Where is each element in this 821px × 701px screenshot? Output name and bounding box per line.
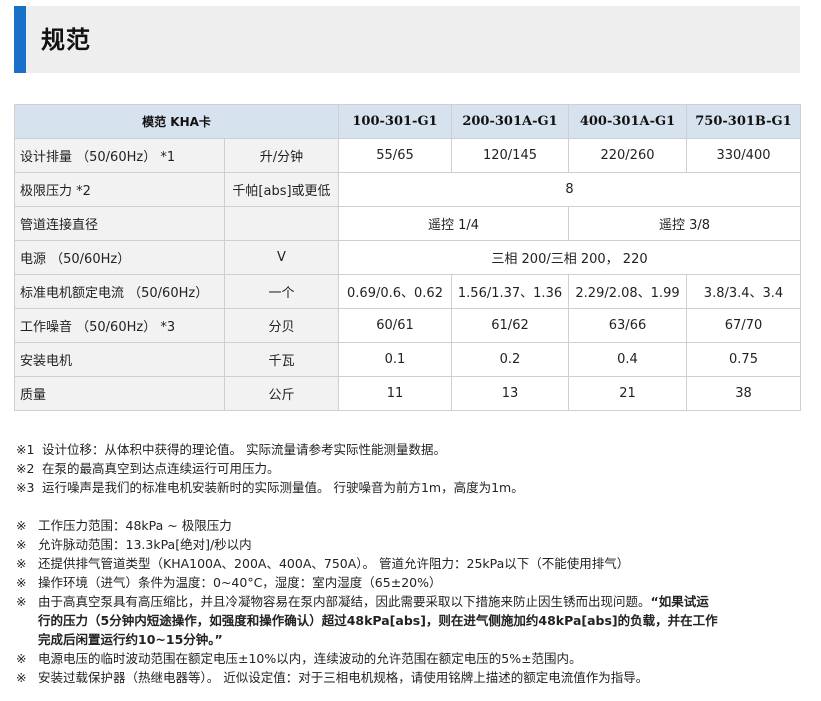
footnotes: ※1 设计位移：从体积中获得的理论值。 实际流量请参考实际性能测量数据。 ※2 … [16, 440, 524, 497]
footnote-mark: ※3 [16, 480, 35, 495]
cell-value: 三相 200/三相 200， 220 [338, 240, 801, 275]
cell-value: 55/65 [338, 138, 452, 173]
footnote-text: 在泵的最高真空到达点连续运行可用压力。 [41, 461, 280, 476]
cell-value: 2.29/2.08、1.99 [568, 274, 687, 309]
heading-accent-bar [14, 6, 26, 73]
cell-value: 遥控 3/8 [568, 206, 801, 241]
note-emphasis: 完成后闲置运行约10~15分钟。” [38, 632, 223, 647]
cell-value: 63/66 [568, 308, 687, 343]
table-row: 管道连接直径 遥控 1/4 遥控 3/8 [14, 206, 801, 241]
cell-value: 330/400 [686, 138, 801, 173]
row-unit: 升/分钟 [224, 138, 339, 173]
footnote-text: 运行噪声是我们的标准电机安装新时的实际测量值。 行驶噪音为前方1m，高度为1m。 [41, 480, 524, 495]
cell-value: 0.75 [686, 342, 801, 377]
note-emphasis: “如果试运 [650, 594, 709, 609]
cell-value: 67/70 [686, 308, 801, 343]
cell-value: 8 [338, 172, 801, 207]
note-mark: ※ [16, 556, 27, 571]
section-heading: 规范 [14, 6, 800, 73]
row-label: 标准电机额定电流 （50/60Hz） [14, 274, 225, 309]
header-model: 200-301A-G1 [451, 104, 569, 139]
note-mark: ※ [16, 670, 27, 685]
row-unit: 分贝 [224, 308, 339, 343]
cell-value: 遥控 1/4 [338, 206, 569, 241]
row-label: 电源 （50/60Hz） [14, 240, 225, 275]
row-label: 安装电机 [14, 342, 225, 377]
cell-value: 21 [568, 376, 687, 411]
cell-value: 120/145 [451, 138, 569, 173]
header-model-label: 模范 KHA卡 [14, 104, 339, 139]
note-item: ※ 安装过载保护器（热继电器等）。 近似设定值：对于三相电机规格，请使用铭牌上描述… [16, 668, 800, 687]
section-title: 规范 [41, 26, 91, 54]
row-unit: 千瓦 [224, 342, 339, 377]
notes-list: ※ 工作压力范围：48kPa ~ 极限压力 ※ 允许脉动范围：13.3kPa[绝对]… [16, 516, 800, 687]
cell-value: 0.69/0.6、0.62 [338, 274, 452, 309]
cell-value: 0.2 [451, 342, 569, 377]
header-model: 400-301A-G1 [568, 104, 687, 139]
cell-value: 11 [338, 376, 452, 411]
note-text: 电源电压的临时波动范围在额定电压±10%以内，连续波动的允许范围在额定电压的5%… [38, 651, 582, 666]
spec-table: 模范 KHA卡 100-301-G1 200-301A-G1 400-301A-… [14, 104, 801, 411]
table-row: 工作噪音 （50/60Hz） *3 分贝 60/61 61/62 63/66 6… [14, 308, 801, 343]
note-text: 由于高真空泵具有高压缩比，并且冷凝物容易在泵内部凝结，因此需要采取以下措施来防止… [38, 594, 651, 609]
cell-value: 0.4 [568, 342, 687, 377]
note-mark: ※ [16, 518, 27, 533]
row-unit [224, 206, 339, 241]
note-item: ※ 操作环境（进气）条件为温度：0~40°C，湿度：室内湿度（65±20%） [16, 573, 800, 592]
footnote-text: 设计位移：从体积中获得的理论值。 实际流量请参考实际性能测量数据。 [41, 442, 446, 457]
table-row: 极限压力 *2 千帕[abs]或更低 8 [14, 172, 801, 207]
row-unit: 一个 [224, 274, 339, 309]
note-continuation: 行的压力（5分钟内短途操作，如强度和操作确认）超过48kPa[abs]，则在进气… [16, 611, 800, 630]
cell-value: 61/62 [451, 308, 569, 343]
cell-value: 13 [451, 376, 569, 411]
note-text: 安装过载保护器（热继电器等）。 近似设定值：对于三相电机规格，请使用铭牌上描述的… [38, 670, 649, 685]
note-text: 操作环境（进气）条件为温度：0~40°C，湿度：室内湿度（65±20%） [38, 575, 442, 590]
note-item: ※ 工作压力范围：48kPa ~ 极限压力 [16, 516, 800, 535]
table-row: 质量 公斤 11 13 21 38 [14, 376, 801, 411]
note-item: ※ 由于高真空泵具有高压缩比，并且冷凝物容易在泵内部凝结，因此需要采取以下措施来防… [16, 592, 800, 611]
footnote-mark: ※2 [16, 461, 35, 476]
note-item: ※ 允许脉动范围：13.3kPa[绝对]/秒以内 [16, 535, 800, 554]
row-label: 质量 [14, 376, 225, 411]
note-item: ※ 电源电压的临时波动范围在额定电压±10%以内，连续波动的允许范围在额定电压的5… [16, 649, 800, 668]
footnote-item: ※2 在泵的最高真空到达点连续运行可用压力。 [16, 459, 524, 478]
cell-value: 3.8/3.4、3.4 [686, 274, 801, 309]
header-model: 100-301-G1 [338, 104, 452, 139]
row-label: 管道连接直径 [14, 206, 225, 241]
note-mark: ※ [16, 537, 27, 552]
footnote-item: ※3 运行噪声是我们的标准电机安装新时的实际测量值。 行驶噪音为前方1m，高度为… [16, 478, 524, 497]
spec-page: 规范 模范 KHA卡 100-301-G1 200-301A-G1 400-30… [0, 0, 821, 701]
note-text: 还提供排气管道类型（KHA100A、200A、400A、750A）。 管道允许阻… [38, 556, 630, 571]
note-continuation: 完成后闲置运行约10~15分钟。” [16, 630, 800, 649]
row-label: 设计排量 （50/60Hz） *1 [14, 138, 225, 173]
note-text: 工作压力范围：48kPa ~ 极限压力 [38, 518, 232, 533]
note-mark: ※ [16, 594, 27, 609]
cell-value: 220/260 [568, 138, 687, 173]
row-unit: V [224, 240, 339, 275]
table-row: 安装电机 千瓦 0.1 0.2 0.4 0.75 [14, 342, 801, 377]
note-item: ※ 还提供排气管道类型（KHA100A、200A、400A、750A）。 管道允许… [16, 554, 800, 573]
cell-value: 0.1 [338, 342, 452, 377]
note-emphasis: 行的压力（5分钟内短途操作，如强度和操作确认）超过48kPa[abs]，则在进气… [38, 613, 718, 628]
cell-value: 1.56/1.37、1.36 [451, 274, 569, 309]
cell-value: 60/61 [338, 308, 452, 343]
table-row: 电源 （50/60Hz） V 三相 200/三相 200， 220 [14, 240, 801, 275]
row-unit: 公斤 [224, 376, 339, 411]
table-row: 设计排量 （50/60Hz） *1 升/分钟 55/65 120/145 220… [14, 138, 801, 173]
table-row: 标准电机额定电流 （50/60Hz） 一个 0.69/0.6、0.62 1.56… [14, 274, 801, 309]
cell-value: 38 [686, 376, 801, 411]
note-mark: ※ [16, 575, 27, 590]
note-mark: ※ [16, 651, 27, 666]
footnote-item: ※1 设计位移：从体积中获得的理论值。 实际流量请参考实际性能测量数据。 [16, 440, 524, 459]
row-label: 工作噪音 （50/60Hz） *3 [14, 308, 225, 343]
row-label: 极限压力 *2 [14, 172, 225, 207]
table-header-row: 模范 KHA卡 100-301-G1 200-301A-G1 400-301A-… [14, 104, 801, 139]
note-text: 允许脉动范围：13.3kPa[绝对]/秒以内 [38, 537, 252, 552]
header-model: 750-301B-G1 [686, 104, 801, 139]
footnote-mark: ※1 [16, 442, 35, 457]
row-unit: 千帕[abs]或更低 [224, 172, 339, 207]
